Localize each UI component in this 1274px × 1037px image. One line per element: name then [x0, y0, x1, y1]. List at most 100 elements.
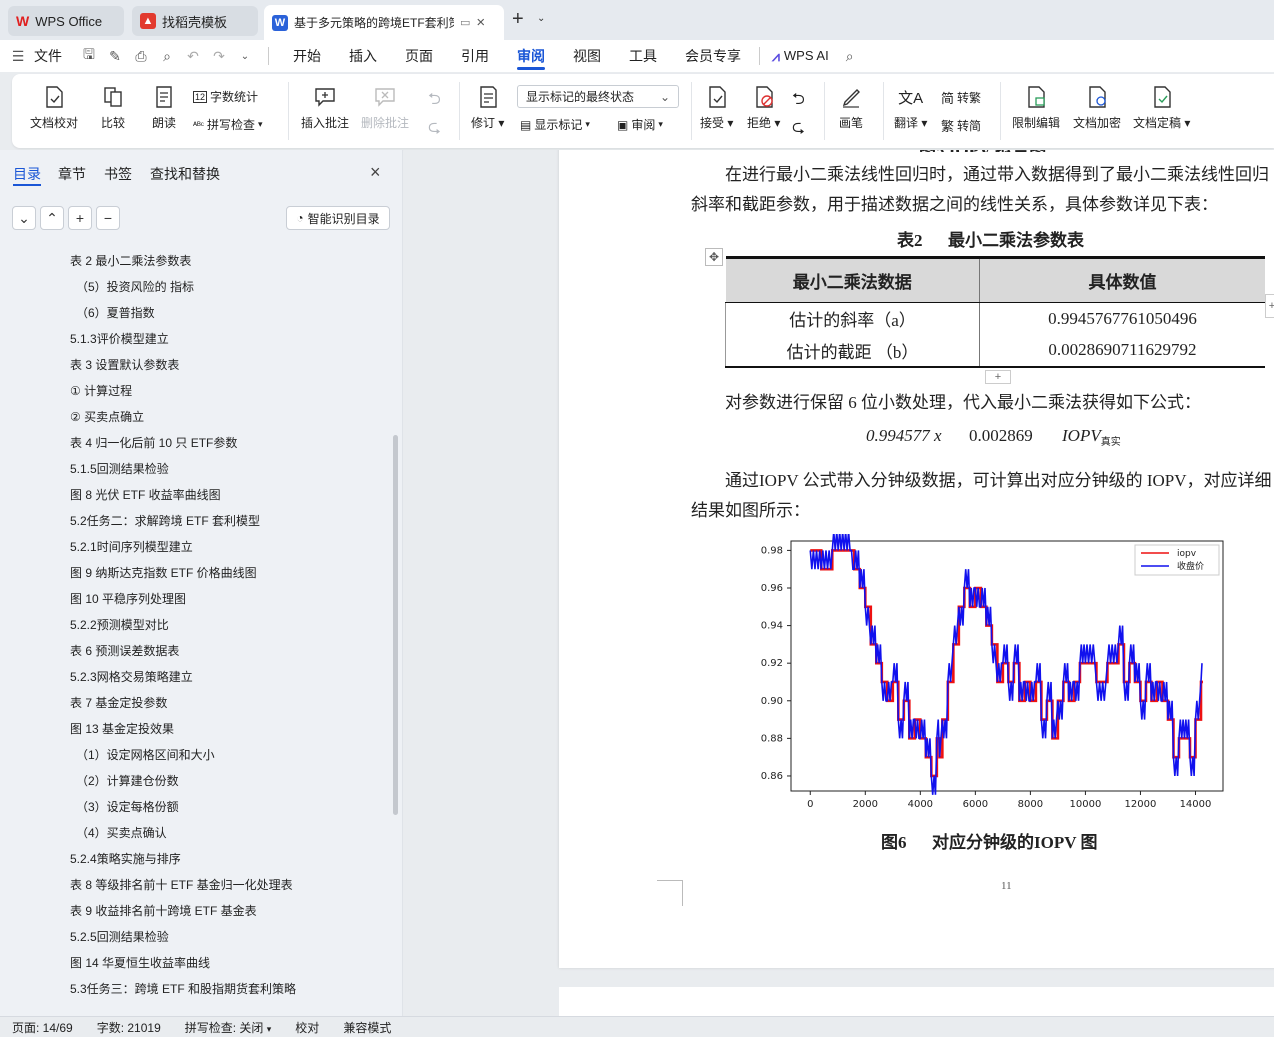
toc-item[interactable]: （2）计算建仓份数 [76, 772, 179, 789]
show-markup-button[interactable]: ▤ 显示标记 ▾ [520, 116, 590, 133]
menu-references[interactable]: 引用 [447, 40, 503, 72]
insert-comment-button[interactable]: 插入批注 [301, 84, 349, 131]
restrict-edit-button[interactable]: 限制编辑 [1012, 84, 1060, 131]
toc-item[interactable]: 5.1.3评价模型建立 [70, 330, 169, 347]
menu-home[interactable]: 开始 [279, 40, 335, 72]
undo-icon[interactable]: ↶ [180, 40, 206, 72]
chevron-down-icon[interactable]: ⌄ [232, 40, 258, 72]
close-icon[interactable]: × [370, 162, 381, 183]
tab-document[interactable]: W 基于多元策略的跨境ETF套利策 ▭ × [264, 5, 504, 40]
toc-item[interactable]: （3）设定每格份额 [76, 798, 179, 815]
toc-item[interactable]: 图 10 平稳序列处理图 [70, 590, 186, 607]
next-change-button[interactable]: ⮎ [792, 116, 805, 143]
previous-comment-button[interactable]: ⮌ [428, 88, 441, 115]
y-tick-label: 0.92 [761, 658, 783, 669]
read-aloud-button[interactable]: 朗读 [151, 84, 177, 131]
search-icon[interactable]: ⌕ [837, 40, 863, 72]
review-pane-button[interactable]: ▣ 审阅 ▾ [617, 116, 663, 133]
menu-member[interactable]: 会员专享 [671, 40, 755, 72]
print-preview-icon[interactable]: ⌕ [154, 40, 180, 72]
toc-item[interactable]: 表 3 设置默认参数表 [70, 356, 179, 373]
spell-check-status[interactable]: 拼写检查: 关闭 ▾ [173, 1019, 284, 1036]
previous-change-button[interactable]: ⮌ [792, 88, 805, 115]
translate-button[interactable]: 文A 翻译 ▾ [894, 84, 927, 131]
document-page: 图5 IOPV 拟合图 在进行最小二乘法线性回归时，通过带入数据得到了最小二乘法… [559, 150, 1274, 968]
word-count-button[interactable]: 12 字数统计 [193, 88, 258, 105]
tab-templates[interactable]: ▲ 找稻壳模板 [132, 6, 258, 36]
next-comment-button[interactable]: ⮎ [428, 116, 441, 143]
pen-button[interactable]: 画笔 [838, 84, 864, 131]
menu-file[interactable]: 文件 [28, 40, 76, 72]
toc-item[interactable]: 图 8 光伏 ETF 收益率曲线图 [70, 486, 221, 503]
toc-item[interactable]: ② 买卖点确立 [70, 408, 144, 425]
menu-insert[interactable]: 插入 [335, 40, 391, 72]
toc-item[interactable]: 图 14 华夏恒生收益率曲线 [70, 954, 210, 971]
nav-tab-chapters[interactable]: 章节 [58, 164, 86, 184]
collapse-down-button[interactable]: ⌄ [12, 206, 36, 230]
close-icon[interactable]: × [476, 14, 485, 31]
print-icon[interactable]: ⎙ [128, 40, 154, 72]
to-traditional-button[interactable]: 简 转繁 [941, 88, 981, 107]
collapse-up-button[interactable]: ⌃ [40, 206, 64, 230]
expand-level-button[interactable]: + [68, 206, 92, 230]
menu-review[interactable]: 审阅 [503, 40, 559, 72]
toc-item[interactable]: 表 9 收益排名前十跨境 ETF 基金表 [70, 902, 257, 919]
nav-tab-bookmarks[interactable]: 书签 [104, 164, 132, 184]
compare-button[interactable]: 比较 [100, 84, 126, 131]
add-row-button[interactable]: + [985, 370, 1011, 384]
doc-check-button[interactable]: 文档校对 [30, 84, 78, 131]
toc-item[interactable]: 5.2.1时间序列模型建立 [70, 538, 193, 555]
menu-wps-ai[interactable]: ⩘ WPS AI [764, 40, 837, 72]
menu-tools[interactable]: 工具 [615, 40, 671, 72]
chevron-down-icon: ⌄ [659, 89, 670, 104]
encrypt-button[interactable]: 文档加密 [1073, 84, 1121, 131]
table-move-handle-icon[interactable]: ✥ [705, 248, 723, 266]
nav-tab-find-replace[interactable]: 查找和替换 [150, 164, 220, 184]
toc-item[interactable]: 表 4 归一化后前 10 只 ETF参数 [70, 434, 237, 451]
toc-item[interactable]: 表 8 等级排名前十 ETF 基金归一化处理表 [70, 876, 293, 893]
word-count[interactable]: 字数: 21019 [85, 1019, 173, 1036]
smart-toc-button[interactable]: ◔ 智能识别目录 [286, 206, 390, 230]
markup-state-select[interactable]: 显示标记的最终状态 ⌄ [517, 85, 679, 108]
toc-item[interactable]: （1）设定网格区间和大小 [76, 746, 215, 763]
toc-item[interactable]: 5.2任务二：求解跨境 ETF 套利模型 [70, 512, 260, 529]
finalize-button[interactable]: 文档定稿 ▾ [1133, 84, 1190, 131]
accept-button[interactable]: 接受 ▾ [700, 84, 733, 131]
toc-item[interactable]: 5.1.5回测结果检验 [70, 460, 169, 477]
reject-button[interactable]: 拒绝 ▾ [747, 84, 780, 131]
redo-icon[interactable]: ↷ [206, 40, 232, 72]
spell-check-button[interactable]: ᴬᴮᶜ 拼写检查 ▾ [193, 116, 263, 133]
add-column-button[interactable]: + [1265, 294, 1274, 318]
menu-page[interactable]: 页面 [391, 40, 447, 72]
chevron-down-icon[interactable]: ⌄ [537, 13, 545, 24]
toc-item[interactable]: 表 7 基金定投参数 [70, 694, 167, 711]
toc-item[interactable]: 5.3任务三：跨境 ETF 和股指期货套利策略 [70, 980, 296, 997]
toc-scrollbar[interactable] [393, 435, 398, 815]
toc-item[interactable]: 图 13 基金定投效果 [70, 720, 174, 737]
monitor-icon[interactable]: ▭ [460, 16, 470, 29]
toc-item[interactable]: （5）投资风险的 指标 [76, 278, 194, 295]
toc-item[interactable]: 图 9 纳斯达克指数 ETF 价格曲线图 [70, 564, 257, 581]
toc-item[interactable]: 5.2.4策略实施与排序 [70, 850, 181, 867]
toc-item[interactable]: 5.2.3网格交易策略建立 [70, 668, 193, 685]
toc-item[interactable]: （6）夏普指数 [76, 304, 155, 321]
toc-item[interactable]: 表 2 最小二乘法参数表 [70, 252, 191, 269]
brush-icon[interactable]: ✎ [102, 40, 128, 72]
tab-wps-office[interactable]: W WPS Office [8, 6, 124, 36]
collapse-level-button[interactable]: − [96, 206, 120, 230]
new-tab-button[interactable]: + [512, 8, 524, 31]
delete-comment-button[interactable]: 删除批注 [361, 84, 409, 131]
page-indicator[interactable]: 页面: 14/69 [0, 1019, 85, 1036]
toc-item[interactable]: 5.2.5回测结果检验 [70, 928, 169, 945]
toc-item[interactable]: ① 计算过程 [70, 382, 132, 399]
menu-view[interactable]: 视图 [559, 40, 615, 72]
toc-item[interactable]: 5.2.2预测模型对比 [70, 616, 169, 633]
toc-item[interactable]: （4）买卖点确认 [76, 824, 167, 841]
nav-tab-toc[interactable]: 目录 [13, 164, 41, 184]
to-simplified-button[interactable]: 繁 转简 [941, 116, 981, 135]
save-icon[interactable]: 🖫 [76, 40, 102, 72]
toc-item[interactable]: 表 6 预测误差数据表 [70, 642, 179, 659]
hamburger-icon[interactable]: ☰ [8, 40, 28, 72]
revise-button[interactable]: 修订 ▾ [471, 84, 504, 131]
proofread-status[interactable]: 校对 [283, 1019, 331, 1036]
